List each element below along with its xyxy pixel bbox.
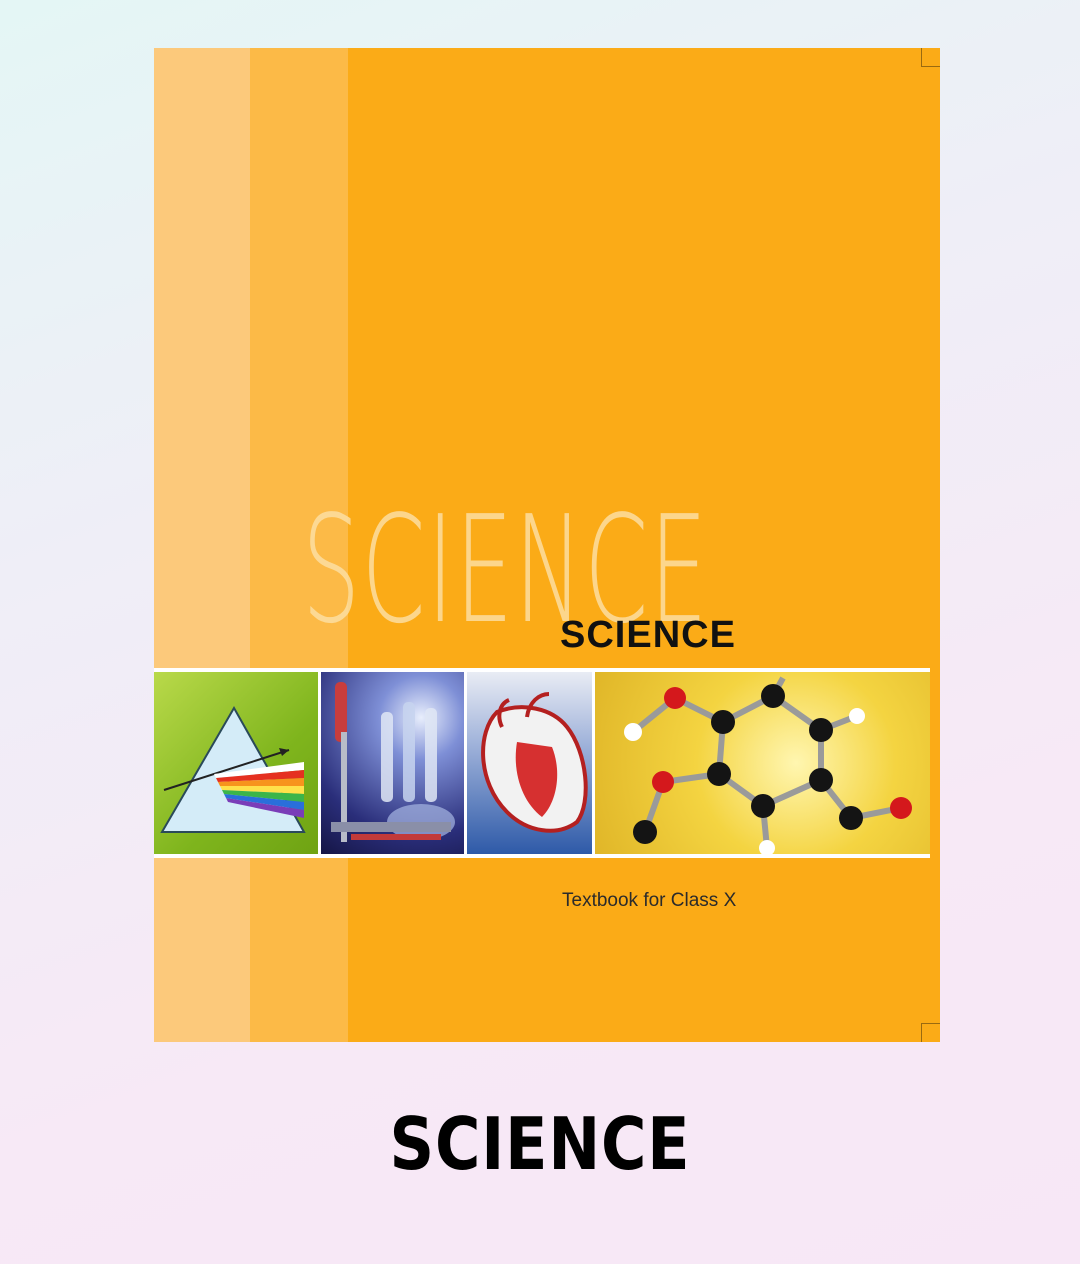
cover-title: SCIENCE — [560, 614, 736, 656]
book-caption[interactable]: SCIENCE — [76, 1108, 1005, 1180]
cover-stripe-light — [154, 48, 250, 1042]
book-cover[interactable]: SCIENCE SCIENCE Textbook for Class X — [154, 48, 940, 1042]
corner-mark-bottom — [921, 1023, 940, 1042]
corner-mark-top — [921, 48, 940, 67]
heart-image — [467, 672, 592, 854]
image-band — [154, 668, 930, 858]
molecule-image — [595, 672, 930, 854]
prism-image — [154, 672, 318, 854]
lab-apparatus-image — [321, 672, 464, 854]
cover-subtitle: Textbook for Class X — [562, 890, 737, 911]
